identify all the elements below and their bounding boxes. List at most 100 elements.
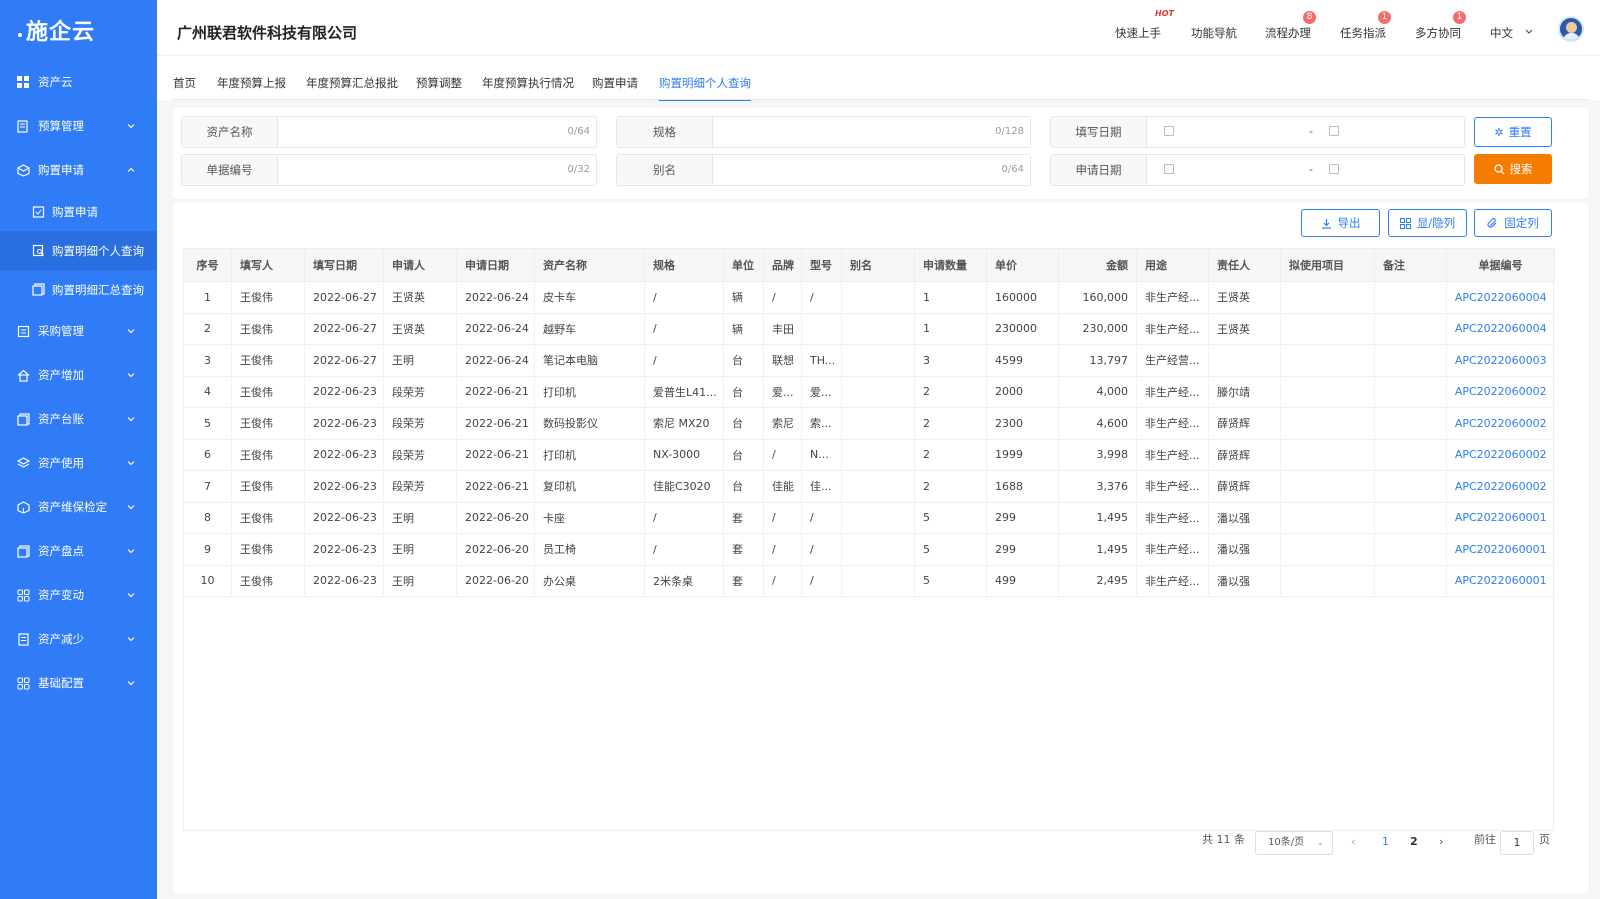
tab-purchase-apply[interactable]: 购置申请 [592, 75, 638, 91]
calendar-icon [1329, 164, 1339, 174]
avatar[interactable] [1558, 16, 1584, 42]
table-row[interactable]: 8 王俊伟 2022-06-23 王明 2022-06-20 卡座 / 套 //5 299 1,49… [183, 502, 1555, 534]
table-cell: 爱... [801, 376, 842, 408]
sidebar-item-asset-inventory[interactable]: 资产盘点 [0, 529, 157, 573]
function-nav-link[interactable]: 功能导航 [1191, 25, 1237, 41]
sidebar-item-base-config[interactable]: 基础配置 [0, 661, 157, 705]
table-cell: 潘以强 [1208, 533, 1281, 566]
page-1[interactable]: 1 [1382, 835, 1389, 848]
sidebar-item-asset-add[interactable]: 资产增加 [0, 353, 157, 397]
doc-number-link[interactable]: APC2022060002 [1446, 376, 1555, 408]
collaboration-link[interactable]: 1 多方协同 [1415, 11, 1466, 41]
table-cell [1374, 407, 1447, 440]
sidebar-item-asset-maintenance[interactable]: 资产维保检定 [0, 485, 157, 529]
sidebar-item-asset-reduce[interactable]: 资产减少 [0, 617, 157, 661]
sidebar-subitem-personal-query[interactable]: 购置明细个人查询 [0, 231, 157, 270]
table-cell [841, 313, 915, 345]
search-button[interactable]: 搜索 [1474, 154, 1552, 184]
doc-no-field[interactable]: 单据编号 0/32 [181, 154, 597, 186]
tabs-divider [173, 99, 1588, 100]
page-size-select[interactable]: 10条/页 ⌄ [1255, 831, 1333, 855]
apply-date-range[interactable]: 申请日期 - [1050, 154, 1465, 186]
tab-budget-execution[interactable]: 年度预算执行情况 [482, 75, 574, 91]
doc-number-link[interactable]: APC2022060001 [1446, 565, 1555, 597]
tab-budget-adjust[interactable]: 预算调整 [416, 75, 462, 91]
export-button[interactable]: 导出 [1301, 209, 1380, 237]
tab-annual-budget-summary[interactable]: 年度预算汇总报批 [306, 75, 398, 91]
doc-number-link[interactable]: APC2022060001 [1446, 502, 1555, 534]
table-cell: 王俊伟 [231, 281, 305, 314]
table-cell: 段荣芳 [383, 470, 457, 503]
table-cell: TH... [801, 344, 842, 377]
table-cell: 办公桌 [534, 565, 645, 597]
table-row[interactable]: 2 王俊伟 2022-06-27 王贤英 2022-06-24 越野车 / 辆丰田 1 23000… [183, 313, 1555, 345]
sidebar-subitem-summary-query[interactable]: 购置明细汇总查询 [0, 270, 157, 309]
table-cell: 1999 [986, 439, 1059, 471]
table-row[interactable]: 1 王俊伟 2022-06-27 王贤英 2022-06-24 皮卡车 / 辆 //1 16000… [183, 281, 1555, 314]
fix-columns-button[interactable]: 固定列 [1474, 209, 1552, 237]
quick-start-link[interactable]: HOT 快速上手 [1115, 9, 1174, 41]
table-cell: 3,376 [1058, 470, 1137, 503]
reset-button[interactable]: ✲ 重置 [1474, 117, 1552, 147]
table-cell: / [801, 565, 842, 597]
sidebar-item-label: 资产维保检定 [38, 500, 107, 514]
page-2[interactable]: 2 [1410, 835, 1418, 848]
column-header: 填写日期 [304, 248, 384, 282]
tab-home[interactable]: 首页 [173, 75, 196, 91]
table-cell: 299 [986, 502, 1059, 534]
goto-page-input[interactable]: 1 [1500, 831, 1534, 855]
table-row[interactable]: 9 王俊伟 2022-06-23 王明 2022-06-20 员工椅 / 套 //5 299 1,4… [183, 533, 1555, 566]
grid-icon [16, 75, 30, 89]
table-cell: 2022-06-23 [304, 407, 384, 440]
sidebar-item-procurement[interactable]: 采购管理 [0, 309, 157, 353]
next-page-icon[interactable]: › [1439, 835, 1443, 848]
alias-label: 别名 [617, 155, 713, 185]
table-cell [841, 439, 915, 471]
tab-personal-query[interactable]: 购置明细个人查询 [659, 75, 751, 101]
table-cell: 王俊伟 [231, 533, 305, 566]
table-cell: 非生产经... [1136, 313, 1209, 345]
table-row[interactable]: 3 王俊伟 2022-06-27 王明 2022-06-24 笔记本电脑 / 台联想 TH...… [183, 344, 1555, 377]
sidebar-item-budget[interactable]: 预算管理 [0, 104, 157, 148]
logo[interactable]: 施企云 [0, 0, 157, 60]
doc-number-link[interactable]: APC2022060004 [1446, 281, 1555, 314]
doc-number-link[interactable]: APC2022060004 [1446, 313, 1555, 345]
table-cell: N... [801, 439, 842, 471]
table-row[interactable]: 10 王俊伟 2022-06-23 王明 2022-06-20 办公桌 2米条桌套 //5 49… [183, 565, 1555, 597]
alias-field[interactable]: 别名 0/64 [616, 154, 1031, 186]
table-cell: 段荣芳 [383, 376, 457, 408]
table-cell: 1,495 [1058, 533, 1137, 566]
sidebar-item-asset-use[interactable]: 资产使用 [0, 441, 157, 485]
table-row[interactable]: 4 王俊伟 2022-06-23 段荣芳 2022-06-21 打印机 爱普生L41... 台… [183, 376, 1555, 408]
table-cell: / [801, 281, 842, 314]
task-assign-label: 任务指派 [1340, 26, 1386, 40]
top-header: 广州联君软件科技有限公司 HOT 快速上手 功能导航 8 流程办理 1 任务指派… [157, 0, 1600, 56]
sidebar-subitem-purchase-apply[interactable]: 购置申请 [0, 192, 157, 231]
sidebar-item-asset-change[interactable]: 资产变动 [0, 573, 157, 617]
doc-number-link[interactable]: APC2022060001 [1446, 533, 1555, 566]
prev-page-icon[interactable]: ‹ [1351, 835, 1355, 848]
function-nav-label: 功能导航 [1191, 26, 1237, 40]
spec-field[interactable]: 规格 0/128 [616, 116, 1031, 148]
asset-name-field[interactable]: 资产名称 0/64 [181, 116, 597, 148]
table-row[interactable]: 5 王俊伟 2022-06-23 段荣芳 2022-06-21 数码投影仪 索尼 MX20 台… [183, 407, 1555, 440]
fill-date-range[interactable]: 填写日期 - [1050, 116, 1465, 148]
doc-number-link[interactable]: APC2022060003 [1446, 344, 1555, 377]
language-select[interactable]: 中文 [1490, 25, 1535, 41]
sidebar-item-purchase-apply[interactable]: 购置申请 [0, 148, 157, 192]
task-assign-link[interactable]: 1 任务指派 [1340, 11, 1391, 41]
sidebar-item-asset-cloud[interactable]: 资产云 [0, 60, 157, 104]
doc-number-link[interactable]: APC2022060002 [1446, 470, 1555, 503]
toggle-columns-button[interactable]: 显/隐列 [1388, 209, 1467, 237]
table-cell: 辆 [723, 313, 764, 345]
process-link[interactable]: 8 流程办理 [1265, 11, 1316, 41]
tab-annual-budget-report[interactable]: 年度预算上报 [217, 75, 286, 91]
sidebar-item-asset-ledger[interactable]: 资产台账 [0, 397, 157, 441]
table-cell: 5 [914, 565, 987, 597]
table-row[interactable]: 6 王俊伟 2022-06-23 段荣芳 2022-06-21 打印机 NX-3000 台 / N… [183, 439, 1555, 471]
doc-number-link[interactable]: APC2022060002 [1446, 407, 1555, 440]
doc-number-link[interactable]: APC2022060002 [1446, 439, 1555, 471]
table-row[interactable]: 7 王俊伟 2022-06-23 段荣芳 2022-06-21 复印机 佳能C3020 台佳能… [183, 470, 1555, 503]
sidebar-subitem-label: 购置明细汇总查询 [52, 282, 144, 297]
table-cell: 2300 [986, 407, 1059, 440]
